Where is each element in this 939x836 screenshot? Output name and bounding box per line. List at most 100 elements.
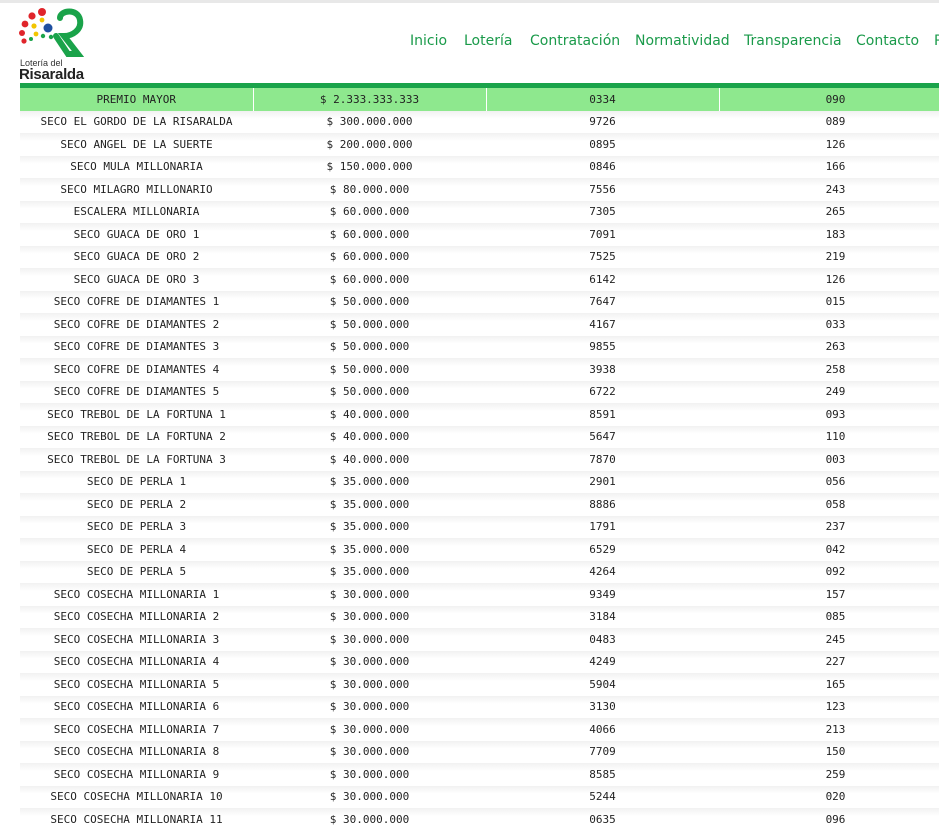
series-cell: 243 bbox=[719, 178, 939, 201]
winning-number-cell: 4249 bbox=[486, 650, 719, 673]
table-row: SECO COFRE DE DIAMANTES 2 $ 50.000.000 416… bbox=[20, 313, 939, 336]
series-cell: 092 bbox=[719, 560, 939, 583]
table-row: SECO TREBOL DE LA FORTUNA 2 $ 40.000.000 5… bbox=[20, 425, 939, 448]
prize-name-cell: SECO DE PERLA 3 bbox=[20, 515, 253, 538]
nav-normatividad[interactable]: Normatividad bbox=[635, 33, 730, 49]
nav-inicio[interactable]: Inicio bbox=[410, 33, 447, 49]
series-cell: 183 bbox=[719, 223, 939, 246]
winning-number-cell: 3938 bbox=[486, 358, 719, 381]
winning-number-cell: 7870 bbox=[486, 448, 719, 471]
prize-name-cell: SECO COFRE DE DIAMANTES 3 bbox=[20, 335, 253, 358]
prize-name-cell: SECO GUACA DE ORO 1 bbox=[20, 223, 253, 246]
table-row: SECO COSECHA MILLONARIA 3 $ 30.000.000 048… bbox=[20, 628, 939, 651]
prize-amount-cell: $ 50.000.000 bbox=[253, 290, 486, 313]
prize-name-cell: SECO TREBOL DE LA FORTUNA 3 bbox=[20, 448, 253, 471]
logo-text-line2: Risaralda bbox=[19, 66, 84, 83]
prize-name-cell: SECO COSECHA MILLONARIA 4 bbox=[20, 650, 253, 673]
table-row: SECO COFRE DE DIAMANTES 3 $ 50.000.000 985… bbox=[20, 335, 939, 358]
winning-number-cell: 0895 bbox=[486, 133, 719, 156]
table-row: SECO COFRE DE DIAMANTES 5 $ 50.000.000 672… bbox=[20, 380, 939, 403]
series-cell: 237 bbox=[719, 515, 939, 538]
table-row: SECO ANGEL DE LA SUERTE $ 200.000.000 0895… bbox=[20, 133, 939, 156]
nav-loteria[interactable]: Lotería bbox=[464, 33, 512, 49]
winning-number-cell: 4066 bbox=[486, 718, 719, 741]
winning-number-cell: 1791 bbox=[486, 515, 719, 538]
prize-name-cell: SECO MILAGRO MILLONARIO bbox=[20, 178, 253, 201]
prize-amount-cell: $ 200.000.000 bbox=[253, 133, 486, 156]
nav-truncated[interactable]: P bbox=[934, 33, 939, 49]
table-row: SECO COFRE DE DIAMANTES 1 $ 50.000.000 764… bbox=[20, 290, 939, 313]
prize-name-cell: SECO EL GORDO DE LA RISARALDA bbox=[20, 110, 253, 133]
series-cell: 227 bbox=[719, 650, 939, 673]
nav-transparencia[interactable]: Transparencia bbox=[744, 33, 842, 49]
prize-name-cell: SECO DE PERLA 2 bbox=[20, 493, 253, 516]
series-cell: 265 bbox=[719, 200, 939, 223]
winning-number-cell: 5904 bbox=[486, 673, 719, 696]
prize-name-cell: SECO COSECHA MILLONARIA 10 bbox=[20, 785, 253, 808]
table-row: SECO DE PERLA 4 $ 35.000.000 6529 042 bbox=[20, 538, 939, 561]
prize-amount-cell: $ 30.000.000 bbox=[253, 583, 486, 606]
series-cell: 245 bbox=[719, 628, 939, 651]
nav-contacto[interactable]: Contacto bbox=[856, 33, 919, 49]
prize-amount-cell: $ 30.000.000 bbox=[253, 763, 486, 786]
prize-name-cell: SECO DE PERLA 5 bbox=[20, 560, 253, 583]
prize-amount-cell: $ 40.000.000 bbox=[253, 448, 486, 471]
series-cell: 003 bbox=[719, 448, 939, 471]
prize-amount-cell: $ 40.000.000 bbox=[253, 425, 486, 448]
series-cell: 093 bbox=[719, 403, 939, 426]
nav-contratacion[interactable]: Contratación bbox=[530, 33, 620, 49]
table-row: SECO COSECHA MILLONARIA 11 $ 30.000.000 06… bbox=[20, 808, 939, 831]
table-row: SECO COSECHA MILLONARIA 5 $ 30.000.000 590… bbox=[20, 673, 939, 696]
prize-amount-cell: $ 80.000.000 bbox=[253, 178, 486, 201]
top-border bbox=[0, 0, 939, 3]
prize-amount-cell: $ 40.000.000 bbox=[253, 403, 486, 426]
table-row: ESCALERA MILLONARIA $ 60.000.000 7305 265 bbox=[20, 200, 939, 223]
winning-number-cell: 8591 bbox=[486, 403, 719, 426]
prize-amount-cell: $ 30.000.000 bbox=[253, 673, 486, 696]
winning-number-cell: 0846 bbox=[486, 155, 719, 178]
series-cell: 015 bbox=[719, 290, 939, 313]
series-cell: 213 bbox=[719, 718, 939, 741]
table-row-highlight: PREMIO MAYOR $ 2.333.333.333 0334 090 bbox=[20, 88, 939, 111]
prize-amount-cell: $ 300.000.000 bbox=[253, 110, 486, 133]
series-cell: 123 bbox=[719, 695, 939, 718]
site-logo[interactable]: Lotería del Risaralda bbox=[16, 6, 88, 83]
table-row: SECO COSECHA MILLONARIA 2 $ 30.000.000 318… bbox=[20, 605, 939, 628]
prize-name-cell: PREMIO MAYOR bbox=[20, 88, 254, 111]
series-cell: 126 bbox=[719, 133, 939, 156]
series-cell: 263 bbox=[719, 335, 939, 358]
prize-name-cell: SECO COSECHA MILLONARIA 9 bbox=[20, 763, 253, 786]
series-cell: 085 bbox=[719, 605, 939, 628]
winning-number-cell: 6722 bbox=[486, 380, 719, 403]
winning-number-cell: 0483 bbox=[486, 628, 719, 651]
prize-amount-cell: $ 30.000.000 bbox=[253, 695, 486, 718]
series-cell: 249 bbox=[719, 380, 939, 403]
prize-amount-cell: $ 2.333.333.333 bbox=[253, 88, 487, 111]
winning-number-cell: 5244 bbox=[486, 785, 719, 808]
table-row: SECO COSECHA MILLONARIA 1 $ 30.000.000 934… bbox=[20, 583, 939, 606]
table-row: SECO DE PERLA 2 $ 35.000.000 8886 058 bbox=[20, 493, 939, 516]
series-cell: 259 bbox=[719, 763, 939, 786]
prize-name-cell: SECO MULA MILLONARIA bbox=[20, 155, 253, 178]
table-row: SECO COSECHA MILLONARIA 4 $ 30.000.000 424… bbox=[20, 650, 939, 673]
table-row: SECO COSECHA MILLONARIA 6 $ 30.000.000 313… bbox=[20, 695, 939, 718]
prize-name-cell: SECO GUACA DE ORO 3 bbox=[20, 268, 253, 291]
winning-number-cell: 8585 bbox=[486, 763, 719, 786]
prize-amount-cell: $ 30.000.000 bbox=[253, 605, 486, 628]
table-row: SECO COSECHA MILLONARIA 9 $ 30.000.000 858… bbox=[20, 763, 939, 786]
winning-number-cell: 0334 bbox=[486, 88, 720, 111]
logo-mark-icon bbox=[19, 8, 85, 57]
prize-name-cell: SECO COFRE DE DIAMANTES 5 bbox=[20, 380, 253, 403]
series-cell: 033 bbox=[719, 313, 939, 336]
prize-name-cell: SECO TREBOL DE LA FORTUNA 1 bbox=[20, 403, 253, 426]
winning-number-cell: 6142 bbox=[486, 268, 719, 291]
prize-name-cell: SECO COSECHA MILLONARIA 1 bbox=[20, 583, 253, 606]
winning-number-cell: 4167 bbox=[486, 313, 719, 336]
winning-number-cell: 4264 bbox=[486, 560, 719, 583]
series-cell: 258 bbox=[719, 358, 939, 381]
prize-amount-cell: $ 30.000.000 bbox=[253, 785, 486, 808]
prize-name-cell: SECO COSECHA MILLONARIA 3 bbox=[20, 628, 253, 651]
prize-amount-cell: $ 35.000.000 bbox=[253, 515, 486, 538]
prize-name-cell: SECO COFRE DE DIAMANTES 4 bbox=[20, 358, 253, 381]
prize-name-cell: SECO COFRE DE DIAMANTES 2 bbox=[20, 313, 253, 336]
